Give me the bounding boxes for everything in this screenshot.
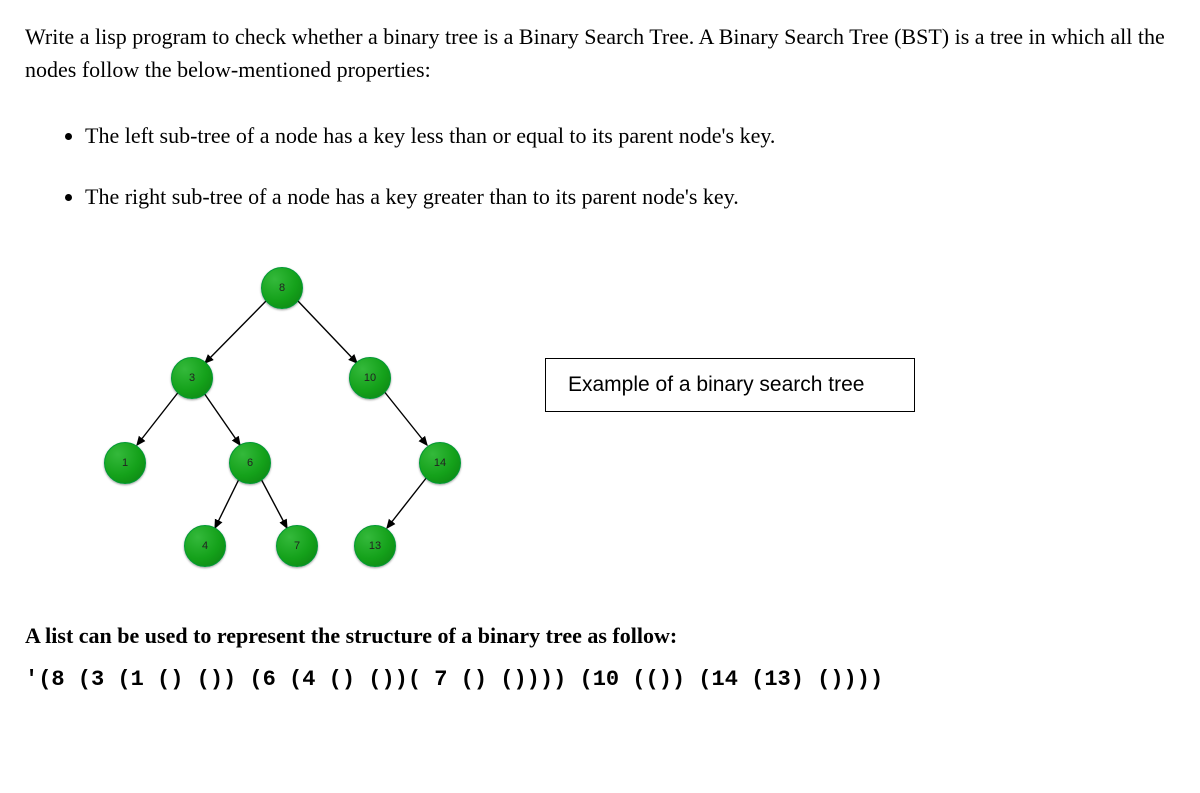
tree-node-4: 4 [184, 525, 226, 567]
tree-node-8: 8 [261, 267, 303, 309]
property-item-2: The right sub-tree of a node has a key g… [85, 182, 1180, 213]
tree-node-13: 13 [354, 525, 396, 567]
tree-node-7: 7 [276, 525, 318, 567]
properties-list: The left sub-tree of a node has a key le… [25, 121, 1180, 213]
diagram-row: 8 3 10 1 6 14 4 7 13 Example of a binary… [25, 253, 1180, 593]
tree-node-14: 14 [419, 442, 461, 484]
caption-box: Example of a binary search tree [545, 358, 915, 412]
list-representation-label: A list can be used to represent the stru… [25, 623, 1180, 649]
tree-node-3: 3 [171, 357, 213, 399]
tree-node-6: 6 [229, 442, 271, 484]
lisp-list-code: '(8 (3 (1 () ()) (6 (4 () ())( 7 () ()))… [25, 667, 1180, 692]
intro-text: Write a lisp program to check whether a … [25, 20, 1180, 86]
tree-node-1: 1 [104, 442, 146, 484]
bst-tree-diagram: 8 3 10 1 6 14 4 7 13 [75, 253, 515, 593]
tree-node-10: 10 [349, 357, 391, 399]
property-item-1: The left sub-tree of a node has a key le… [85, 121, 1180, 152]
